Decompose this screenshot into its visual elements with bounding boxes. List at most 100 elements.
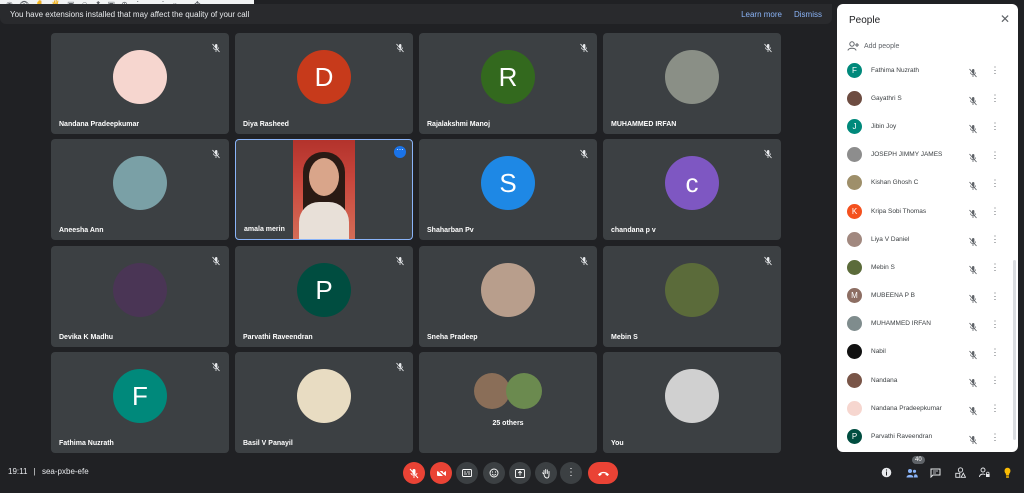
participant-tile[interactable]: Devika K Madhu (51, 246, 229, 347)
present-screen-icon (515, 468, 525, 478)
participant-row[interactable]: MUHAMMED IRFAN ⋮ (837, 310, 1018, 338)
more-vert-icon[interactable]: ⋮ (990, 121, 1000, 131)
mic-off-icon (968, 93, 978, 106)
participant-tile[interactable]: Sneha Pradeep (419, 246, 597, 347)
participant-name: Fathima Nuzrath (59, 440, 114, 447)
participant-tile[interactable]: D Diya Rasheed (235, 33, 413, 134)
avatar (847, 175, 862, 191)
participant-tile[interactable]: Basil V Panayil (235, 352, 413, 453)
mic-off-icon (968, 319, 978, 332)
more-vert-icon[interactable]: ⋮ (990, 262, 1000, 272)
add-people-button[interactable]: Add people (847, 41, 899, 51)
participant-tile[interactable]: R Rajalakshmi Manoj (419, 33, 597, 134)
participant-name: Kripa Sobi Thomas (871, 207, 927, 215)
participant-tile[interactable]: P Parvathi Raveendran (235, 246, 413, 347)
avatar (113, 50, 167, 104)
participant-row[interactable]: Gayathri S ⋮ (837, 84, 1018, 112)
close-icon[interactable]: ✕ (1000, 12, 1010, 26)
bottom-toolbar: 19:11 | sea-pxbe-efe ⋮ (0, 452, 1024, 493)
participant-name: MUHAMMED IRFAN (611, 121, 677, 128)
participant-row[interactable]: JOSEPH JIMMY JAMES ⋮ (837, 141, 1018, 169)
participant-row[interactable]: Nandana Pradeepkumar ⋮ (837, 394, 1018, 422)
camera-toggle-button[interactable] (430, 462, 452, 484)
add-people-label: Add people (864, 42, 900, 50)
participant-name: Parvathi Raveendran (871, 433, 933, 441)
others-tile[interactable]: 25 others (419, 352, 597, 453)
mic-off-icon (968, 234, 978, 247)
participant-tile[interactable]: Nandana Pradeepkumar (51, 33, 229, 134)
participant-row[interactable]: K Kripa Sobi Thomas ⋮ (837, 197, 1018, 225)
mic-off-icon (763, 253, 773, 266)
participant-name: JOSEPH JIMMY JAMES (871, 151, 943, 159)
participant-row[interactable]: Kishan Ghosh C ⋮ (837, 169, 1018, 197)
raise-hand-button[interactable] (535, 462, 557, 484)
participant-name: Nandana Pradeepkumar (871, 404, 942, 412)
reactions-button[interactable] (483, 462, 505, 484)
participant-name: Rajalakshmi Manoj (427, 121, 491, 128)
participant-name: Nandana (871, 376, 898, 384)
avatar (297, 369, 351, 423)
participant-row[interactable]: F Fathima Nuzrath ⋮ (837, 56, 1018, 84)
participant-row[interactable]: P Parvathi Raveendran ⋮ (837, 422, 1018, 450)
people-button[interactable] (905, 466, 918, 479)
more-vert-icon[interactable]: ⋮ (990, 234, 1000, 244)
participant-tile[interactable]: ⋯ amala merin (235, 139, 413, 240)
learn-more-link[interactable]: Learn more (741, 10, 782, 19)
more-vert-icon[interactable]: ⋮ (990, 206, 1000, 216)
present-button[interactable] (509, 462, 531, 484)
avatar: c (665, 156, 719, 210)
mic-off-icon (968, 403, 978, 416)
participant-row[interactable]: Nandana ⋮ (837, 366, 1018, 394)
more-vert-icon[interactable]: ⋮ (990, 375, 1000, 385)
q-and-a-button[interactable] (1001, 466, 1014, 479)
participant-tile[interactable]: Aneesha Ann (51, 139, 229, 240)
more-vert-icon[interactable]: ⋮ (990, 319, 1000, 329)
more-vert-icon[interactable]: ⋮ (990, 432, 1000, 442)
more-vert-icon[interactable]: ⋮ (990, 403, 1000, 413)
participant-name: Diya Rasheed (243, 121, 289, 128)
more-vert-icon[interactable]: ⋮ (990, 347, 1000, 357)
host-controls-button[interactable] (978, 466, 991, 479)
participant-name: amala merin (244, 226, 285, 233)
participant-row[interactable]: J Jibin Joy ⋮ (837, 112, 1018, 140)
participant-row[interactable]: Mebin S ⋮ (837, 253, 1018, 281)
mic-off-icon (395, 359, 405, 372)
mic-off-icon (211, 253, 221, 266)
participant-name: Fathima Nuzrath (871, 66, 920, 74)
captions-button[interactable] (456, 462, 478, 484)
participant-tile[interactable]: MUHAMMED IRFAN (603, 33, 781, 134)
participant-name: Gayathri S (871, 94, 902, 102)
participant-row[interactable]: Liya V Daniel ⋮ (837, 225, 1018, 253)
chat-button[interactable] (929, 466, 942, 479)
participant-name: Jibin Joy (871, 122, 897, 130)
more-vert-icon[interactable]: ⋮ (990, 93, 1000, 103)
activities-button[interactable] (954, 466, 967, 479)
hand-icon (542, 468, 550, 478)
participant-tile[interactable]: F Fathima Nuzrath (51, 352, 229, 453)
panel-scrollbar[interactable] (1013, 260, 1016, 440)
tile-options-button[interactable]: ⋯ (394, 146, 406, 158)
more-vert-icon[interactable]: ⋮ (990, 178, 1000, 188)
more-options-button[interactable]: ⋮ (560, 462, 582, 484)
participant-tile[interactable]: You (603, 352, 781, 453)
more-vert-icon[interactable]: ⋮ (990, 291, 1000, 301)
participant-name: Devika K Madhu (59, 334, 114, 341)
dismiss-link[interactable]: Dismiss (794, 10, 822, 19)
leave-call-button[interactable] (588, 462, 618, 484)
more-vert-icon[interactable]: ⋮ (990, 65, 1000, 75)
banner-message: You have extensions installed that may a… (10, 9, 250, 19)
participant-tile[interactable]: c chandana p v (603, 139, 781, 240)
meeting-time: 19:11 (8, 467, 28, 476)
participant-row[interactable]: Nabil ⋮ (837, 338, 1018, 366)
camera-off-icon (436, 468, 446, 478)
more-vert-icon[interactable]: ⋮ (990, 150, 1000, 160)
participant-row[interactable]: M MUBEENA P B ⋮ (837, 282, 1018, 310)
participant-tile[interactable]: Mebin S (603, 246, 781, 347)
participant-tile[interactable]: S Shaharban Pv (419, 139, 597, 240)
mic-off-icon (211, 359, 221, 372)
lightbulb-icon (1004, 467, 1011, 478)
avatar (481, 263, 535, 317)
participant-name: Nabil (871, 348, 886, 356)
mic-toggle-button[interactable] (403, 462, 425, 484)
meeting-details-button[interactable] (880, 466, 893, 479)
